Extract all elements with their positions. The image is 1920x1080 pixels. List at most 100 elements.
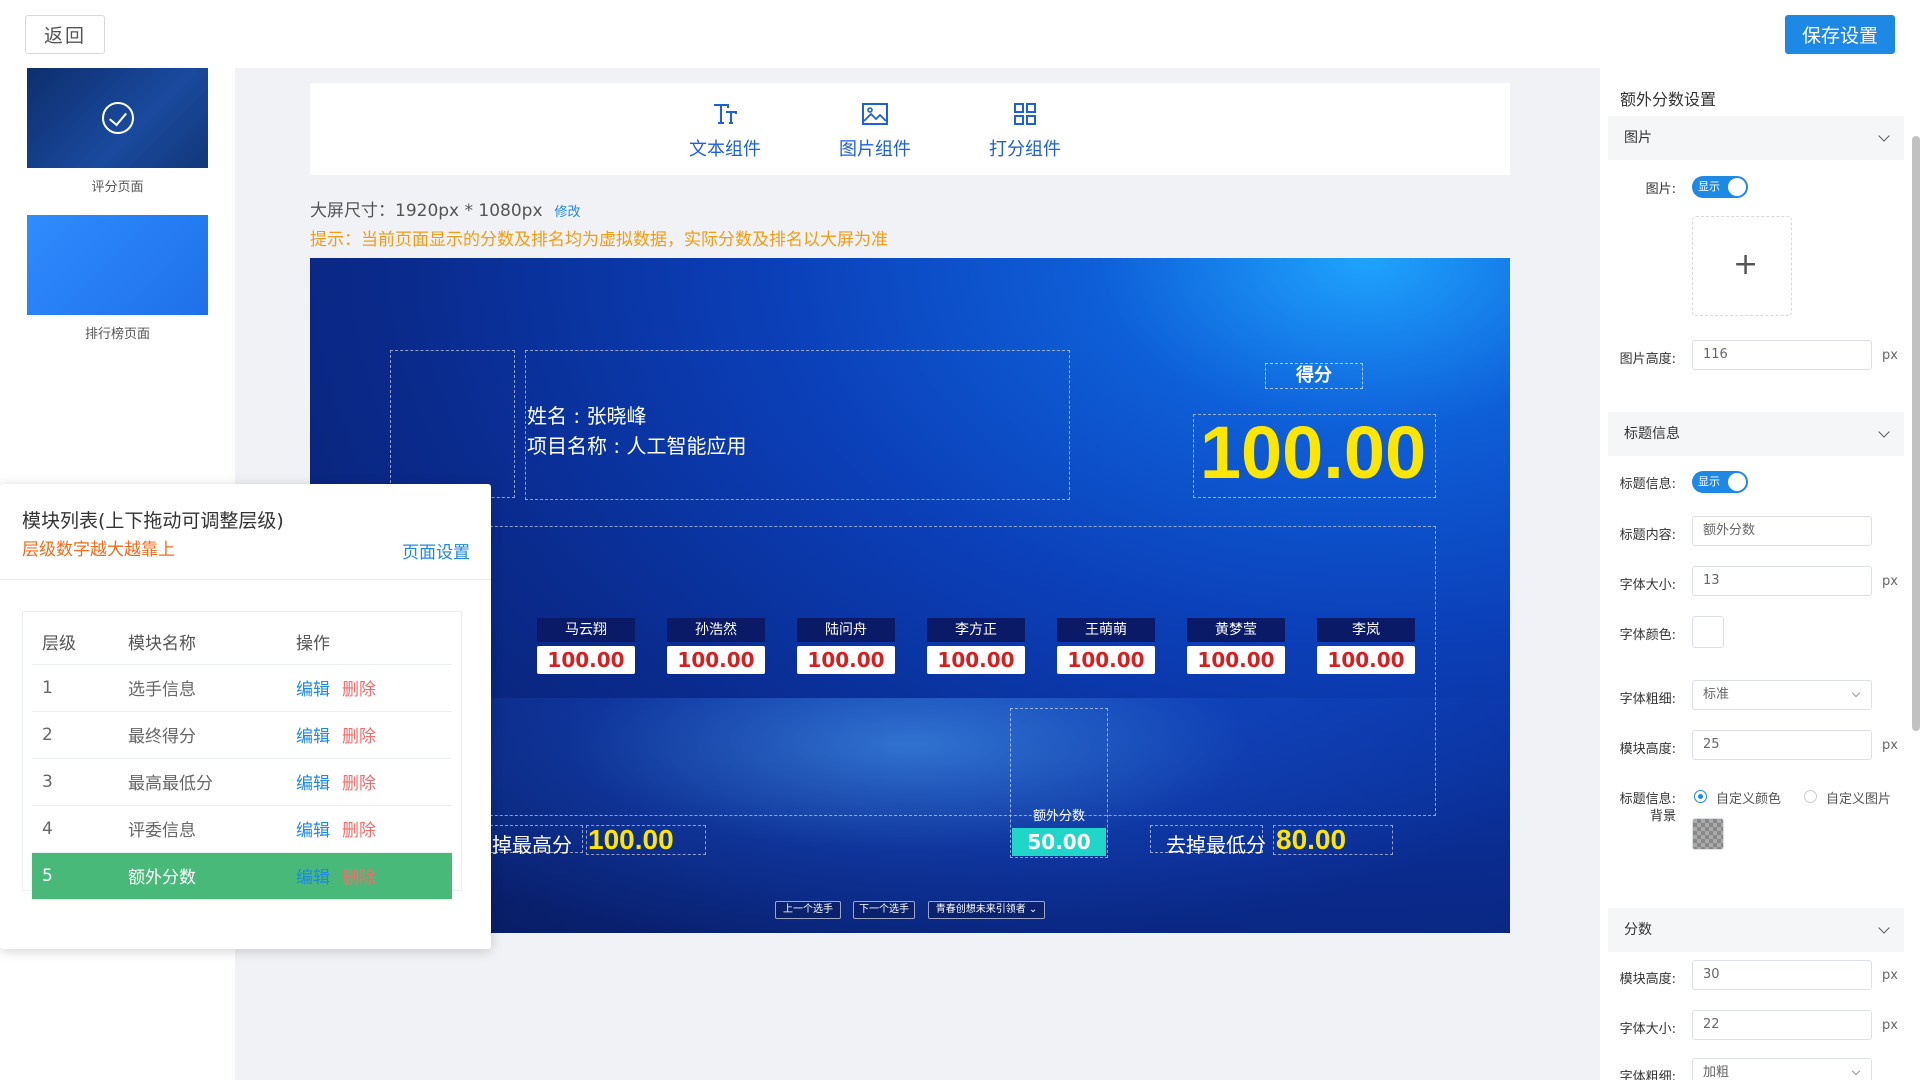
image-component-button[interactable]: 图片组件 bbox=[825, 99, 925, 161]
table-row-active[interactable]: 5 额外分数 编辑 删除 bbox=[32, 852, 452, 900]
edit-size-link[interactable]: 修改 bbox=[555, 205, 581, 220]
table-row[interactable]: 2 最终得分 编辑 删除 bbox=[32, 711, 452, 759]
title-content-input[interactable]: 额外分数 bbox=[1692, 516, 1872, 546]
plus-icon: + bbox=[1733, 247, 1759, 282]
bg-color-picker[interactable] bbox=[1692, 818, 1724, 850]
section-header-title-info[interactable]: 标题信息 bbox=[1608, 412, 1904, 456]
app-root: 返回 保存设置 评分页面 排行榜页面 文本组件 图片组件 打分组件 大屏尺寸：1… bbox=[0, 0, 1920, 1080]
image-show-switch[interactable]: 显示 bbox=[1692, 176, 1748, 198]
row-name: 评委信息 bbox=[118, 805, 286, 853]
delete-link[interactable]: 删除 bbox=[342, 774, 376, 794]
edit-link[interactable]: 编辑 bbox=[296, 680, 330, 700]
bg-custom-image-label: 自定义图片 bbox=[1826, 792, 1892, 807]
module-table-wrapper: 层级 模块名称 操作 1 选手信息 编辑 删除 2 最终得分 编辑 删除 3 最… bbox=[22, 611, 462, 900]
row-ops: 编辑 删除 bbox=[286, 664, 452, 712]
row-ops: 编辑 删除 bbox=[286, 758, 452, 806]
chevron-down-icon bbox=[1851, 688, 1861, 698]
edit-link[interactable]: 编辑 bbox=[296, 727, 330, 747]
column-header-name: 模块名称 bbox=[118, 620, 286, 665]
module-height-label: 模块高度: bbox=[1619, 742, 1676, 757]
next-player-button[interactable]: 下一个选手 bbox=[853, 901, 915, 919]
bg-custom-image-radio[interactable] bbox=[1804, 790, 1817, 803]
edit-link[interactable]: 编辑 bbox=[296, 821, 330, 841]
edit-link[interactable]: 编辑 bbox=[296, 774, 330, 794]
image-component-label: 图片组件 bbox=[839, 139, 911, 160]
virtual-data-tip: 提示：当前页面显示的分数及排名均为虚拟数据，实际分数及排名以大屏为准 bbox=[310, 230, 888, 250]
player-name: 姓名 : 张晓峰 bbox=[527, 404, 647, 428]
font-weight-value: 标准 bbox=[1703, 687, 1730, 702]
score-component-label: 打分组件 bbox=[989, 139, 1061, 160]
image-height-input[interactable]: 116 bbox=[1692, 340, 1872, 370]
font-weight-select[interactable]: 标准 bbox=[1692, 680, 1872, 710]
module-height-input[interactable]: 25 bbox=[1692, 730, 1872, 760]
color-swatch bbox=[1697, 621, 1719, 643]
table-row[interactable]: 4 评委信息 编辑 删除 bbox=[32, 805, 452, 853]
delete-link[interactable]: 删除 bbox=[342, 821, 376, 841]
score-font-weight-value: 加粗 bbox=[1703, 1065, 1730, 1080]
judge-score: 100.00 bbox=[537, 646, 635, 674]
extra-score-label: 额外分数 bbox=[1032, 809, 1085, 824]
row-level: 1 bbox=[32, 664, 118, 712]
judge-score: 100.00 bbox=[667, 646, 765, 674]
page-thumbnail-score[interactable] bbox=[27, 68, 208, 168]
project-name: 项目名称 : 人工智能应用 bbox=[527, 434, 747, 458]
row-name: 最高最低分 bbox=[118, 758, 286, 806]
player-photo-module[interactable] bbox=[390, 350, 515, 498]
page-thumbnail-ranking[interactable] bbox=[27, 215, 208, 315]
score-module-height-input[interactable]: 30 bbox=[1692, 960, 1872, 990]
score-font-size-input[interactable]: 22 bbox=[1692, 1010, 1872, 1040]
row-ops: 编辑 删除 bbox=[286, 805, 452, 853]
judge-name: 李岚 bbox=[1317, 618, 1415, 642]
save-settings-button[interactable]: 保存设置 bbox=[1785, 15, 1895, 54]
text-component-button[interactable]: 文本组件 bbox=[675, 99, 775, 161]
back-button[interactable]: 返回 bbox=[25, 15, 105, 54]
text-icon bbox=[675, 99, 775, 129]
title-bg-label-2: 背景 bbox=[1649, 809, 1676, 824]
table-row[interactable]: 3 最高最低分 编辑 删除 bbox=[32, 758, 452, 806]
settings-scrollbar[interactable] bbox=[1912, 136, 1920, 731]
row-name: 额外分数 bbox=[118, 852, 286, 900]
font-color-picker[interactable] bbox=[1692, 616, 1724, 648]
column-header-level: 层级 bbox=[32, 620, 118, 665]
row-name: 最终得分 bbox=[118, 711, 286, 759]
screen-size-info: 大屏尺寸：1920px * 1080px 修改 bbox=[310, 196, 581, 221]
edit-link[interactable]: 编辑 bbox=[296, 868, 330, 888]
final-score-value: 100.00 bbox=[1199, 411, 1427, 494]
chevron-down-icon bbox=[1878, 130, 1890, 142]
image-upload-box[interactable]: + bbox=[1692, 216, 1792, 316]
image-show-label: 图片: bbox=[1645, 182, 1676, 197]
title-info-show-switch[interactable]: 显示 bbox=[1692, 471, 1748, 493]
row-level: 5 bbox=[32, 852, 118, 900]
module-height-unit: px bbox=[1882, 738, 1898, 753]
column-header-ops: 操作 bbox=[286, 620, 452, 665]
delete-link[interactable]: 删除 bbox=[342, 680, 376, 700]
font-color-label: 字体颜色: bbox=[1619, 628, 1676, 643]
player-select-dropdown[interactable]: 青春创想未来引领者 ⌄ bbox=[928, 901, 1045, 919]
row-ops: 编辑 删除 bbox=[286, 852, 452, 900]
image-height-label: 图片高度: bbox=[1619, 352, 1676, 367]
settings-title: 额外分数设置 bbox=[1620, 90, 1717, 109]
prev-player-button[interactable]: 上一个选手 bbox=[775, 901, 841, 919]
section-title-score: 分数 bbox=[1624, 922, 1652, 938]
chevron-down-icon: ⌄ bbox=[1028, 904, 1038, 915]
delete-link[interactable]: 删除 bbox=[342, 727, 376, 747]
divider bbox=[0, 579, 491, 580]
font-size-unit: px bbox=[1882, 574, 1898, 589]
settings-panel: 额外分数设置 图片 图片: 显示 + 图片高度: 116 px 标题信息 标题信… bbox=[1600, 68, 1920, 1080]
score-font-weight-select[interactable]: 加粗 bbox=[1692, 1058, 1872, 1080]
section-header-image[interactable]: 图片 bbox=[1608, 116, 1904, 160]
chevron-down-icon bbox=[1851, 1066, 1861, 1076]
page-settings-link[interactable]: 页面设置 bbox=[402, 538, 470, 563]
score-component-button[interactable]: 打分组件 bbox=[975, 99, 1075, 161]
page-label-score: 评分页面 bbox=[91, 180, 144, 195]
section-header-score[interactable]: 分数 bbox=[1608, 908, 1904, 952]
score-module-height-unit: px bbox=[1882, 968, 1898, 983]
delete-link[interactable]: 删除 bbox=[342, 868, 376, 888]
component-toolbar: 文本组件 图片组件 打分组件 bbox=[310, 83, 1510, 175]
font-size-input[interactable]: 13 bbox=[1692, 566, 1872, 596]
section-title-image: 图片 bbox=[1624, 130, 1652, 146]
table-row[interactable]: 1 选手信息 编辑 删除 bbox=[32, 664, 452, 712]
final-score-title[interactable]: 得分 bbox=[1265, 363, 1363, 389]
player-select-value: 青春创想未来引领者 bbox=[935, 904, 1026, 915]
bg-custom-color-radio[interactable] bbox=[1694, 790, 1707, 803]
